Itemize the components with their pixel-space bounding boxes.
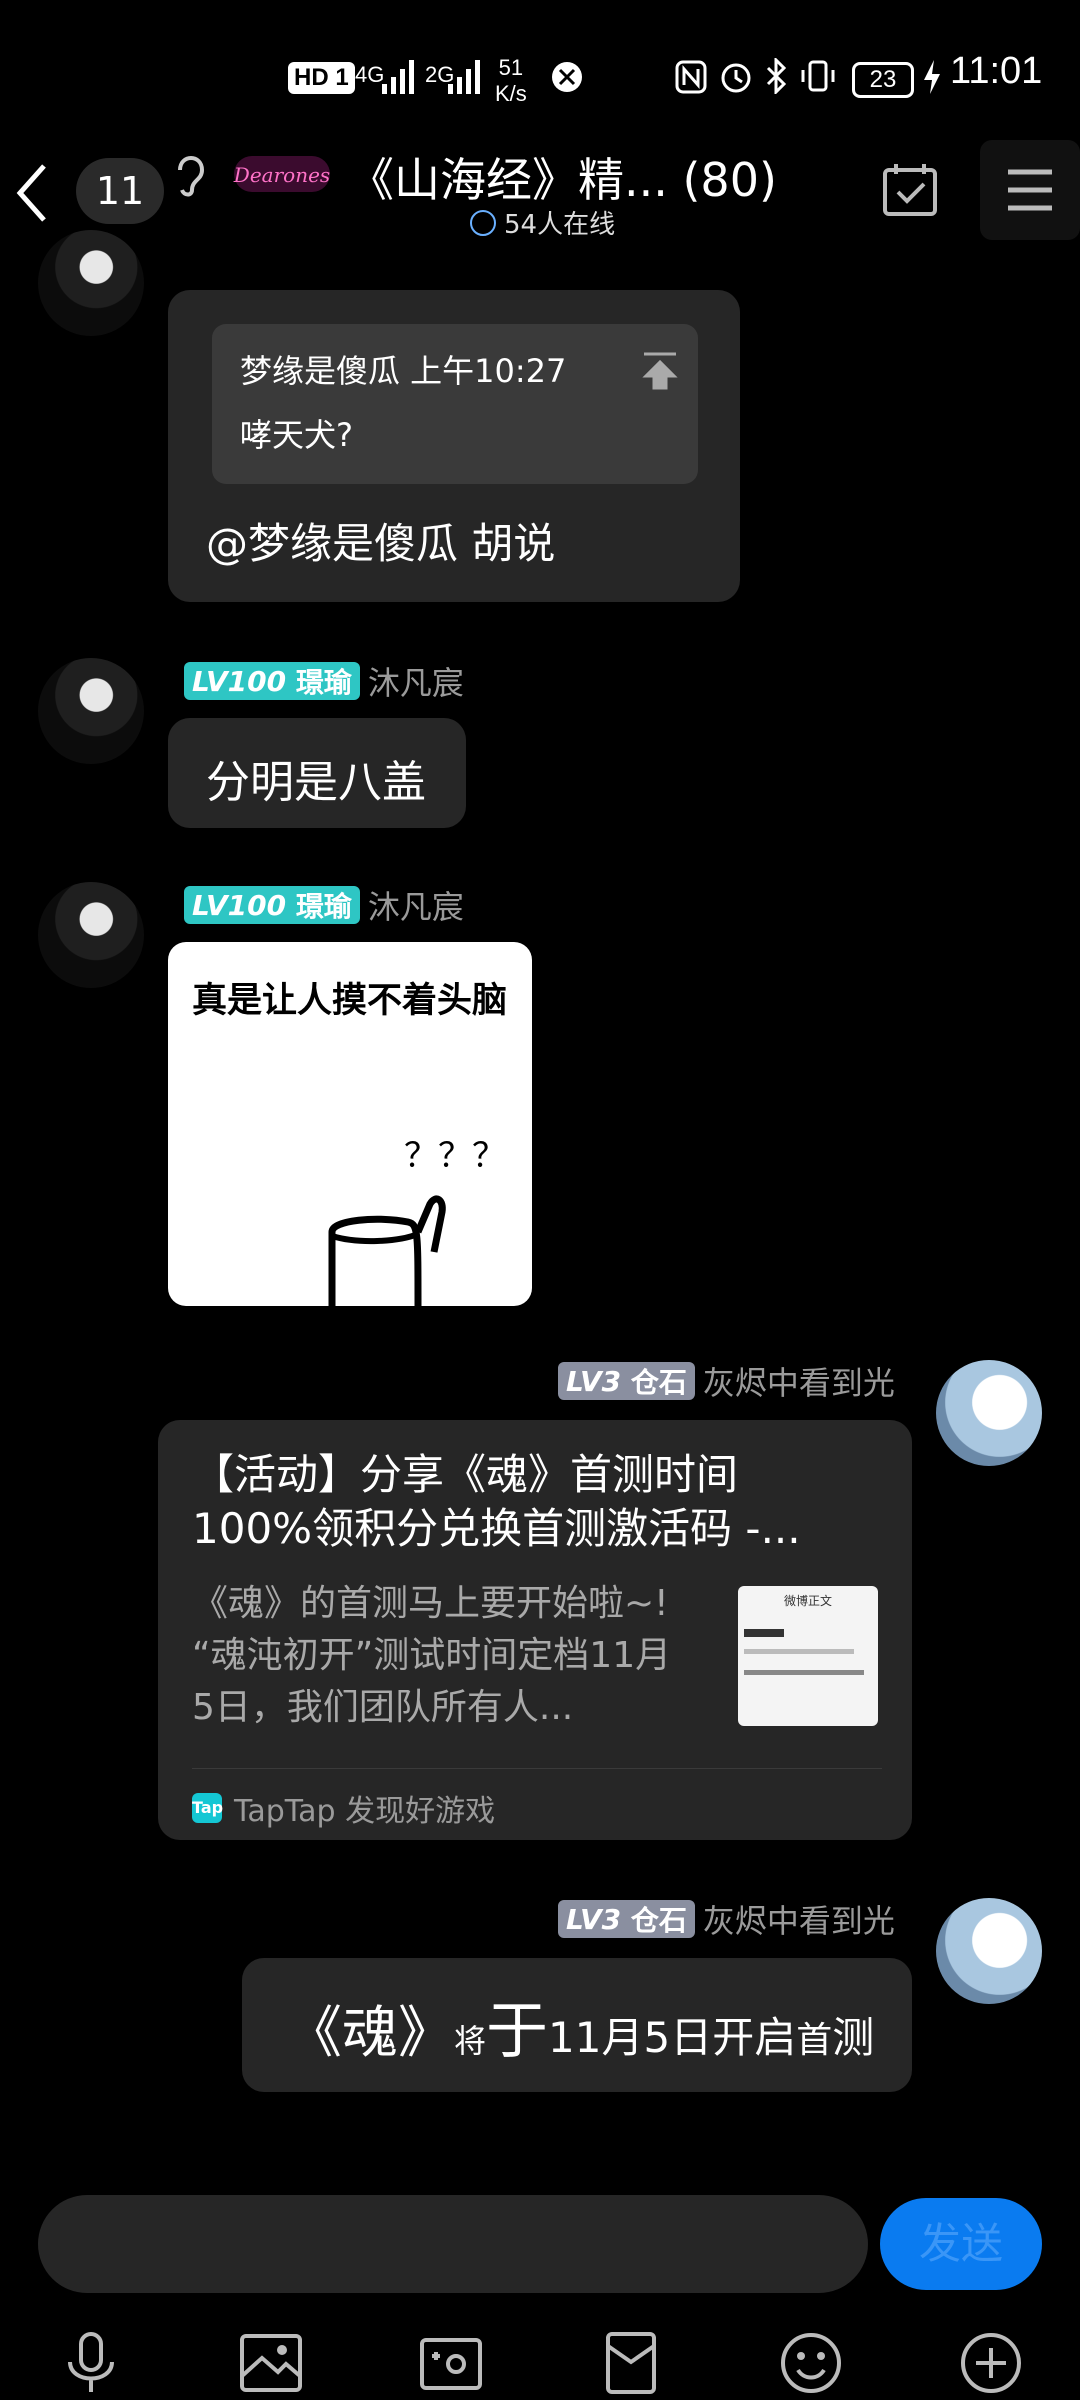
sender-name[interactable]: 沐凡宸 (368, 882, 464, 928)
message-bubble[interactable]: 梦缘是傻瓜 上午10:27 哮天犬? @梦缘是傻瓜 胡说 (168, 290, 740, 602)
card-title-line-2: 100%领积分兑换首测激活码 -... (192, 1504, 801, 1553)
message-text: @梦缘是傻瓜 胡说 (206, 519, 556, 568)
avatar[interactable] (38, 230, 144, 336)
alarm-icon (721, 63, 751, 93)
sticker-marks: ？？？ (404, 1136, 506, 1176)
message-input[interactable] (38, 2195, 868, 2293)
group-title[interactable]: 《山海经》精... (80) (348, 144, 777, 210)
message-text: 《魂》 将 于 11月5日开启 首 测 (286, 1994, 875, 2067)
sender-info: LV100 璟瑜 沐凡宸 (184, 658, 464, 704)
card-title-line-1: 【活动】分享《魂》首测时间 (192, 1450, 739, 1499)
svg-text:Dearones: Dearones (233, 163, 330, 187)
signal-icon (448, 60, 480, 94)
menu-icon (1008, 169, 1052, 211)
status-bar: HD 1 4G 2G 51 K/s 23 11:01 (0, 0, 1080, 150)
battery-indicator: 23 (852, 62, 914, 98)
card-divider (192, 1768, 882, 1769)
clock: 11:01 (950, 50, 1043, 92)
thumbnail-title: 微博正文 (783, 1594, 832, 1608)
card-desc-line-1: 《魂》的首测马上要开始啦~! (192, 1583, 669, 1624)
signal-icon (382, 60, 414, 94)
network-speed: 51 K/s (495, 55, 527, 106)
quoted-message[interactable]: 梦缘是傻瓜 上午10:27 哮天犬? (212, 324, 698, 484)
ear-icon[interactable] (172, 150, 208, 198)
hd-indicator: HD 1 (288, 62, 355, 94)
emoji-icon[interactable] (776, 2328, 846, 2398)
group-logo: Dearones (232, 150, 332, 198)
sender-info: LV3 仓石 灰烬中看到光 (558, 1358, 895, 1404)
nfc-icon (675, 60, 707, 94)
shutter-app-icon (552, 62, 582, 92)
red-packet-icon[interactable] (596, 2328, 666, 2398)
camera-icon[interactable] (416, 2328, 486, 2398)
microphone-icon[interactable] (56, 2328, 126, 2398)
card-thumbnail: 微博正文 (738, 1586, 878, 1726)
send-button[interactable]: 发送 (880, 2198, 1042, 2290)
taptap-logo-icon: Tap (192, 1793, 223, 1823)
quote-text: 哮天犬? (240, 416, 353, 454)
card-desc-line-2: “魂沌初开”测试时间定档11月 (192, 1635, 672, 1676)
sender-name[interactable]: 灰烬中看到光 (703, 1358, 895, 1404)
network-4g-indicator: 4G (355, 62, 385, 87)
avatar[interactable] (38, 882, 144, 988)
avatar[interactable] (38, 658, 144, 764)
avatar[interactable] (936, 1360, 1042, 1466)
sender-name[interactable]: 灰烬中看到光 (703, 1896, 895, 1942)
jump-to-top-icon[interactable] (640, 350, 680, 390)
level-badge: LV100 璟瑜 (184, 662, 360, 700)
chevron-down-icon (470, 209, 496, 236)
level-badge: LV3 仓石 (558, 1900, 695, 1938)
message-bubble[interactable]: 《魂》 将 于 11月5日开启 首 测 (242, 1958, 912, 2092)
back-icon[interactable] (12, 160, 52, 226)
card-source-text: TapTap 发现好游戏 (234, 1794, 496, 1829)
level-badge: LV3 仓石 (558, 1362, 695, 1400)
card-desc-line-3: 5日，我们团队所有人... (192, 1687, 574, 1728)
message-bubble[interactable]: 分明是八盖 (168, 718, 466, 828)
sticker-drawing (328, 1195, 446, 1306)
level-badge: LV100 璟瑜 (184, 886, 360, 924)
sender-info: LV100 璟瑜 沐凡宸 (184, 882, 464, 928)
menu-button[interactable] (980, 140, 1080, 240)
sticker-caption: 真是让人摸不着头脑 (192, 981, 508, 1021)
calendar-check-icon[interactable] (882, 162, 938, 218)
share-card[interactable]: 【活动】分享《魂》首测时间 100%领积分兑换首测激活码 -... 《魂》的首测… (158, 1420, 912, 1840)
charging-icon (924, 60, 940, 94)
message-text: 分明是八盖 (206, 757, 426, 808)
card-source: Tap TapTap 发现好游戏 (192, 1786, 495, 1830)
input-toolbar (0, 2300, 1080, 2400)
avatar[interactable] (936, 1898, 1042, 2004)
unread-count-badge[interactable]: 11 (76, 158, 164, 224)
sticker-image[interactable]: 真是让人摸不着头脑 ？？？ (168, 942, 532, 1306)
online-count[interactable]: 54人在线 (470, 204, 615, 241)
sender-info: LV3 仓石 灰烬中看到光 (558, 1896, 895, 1942)
bluetooth-icon (766, 58, 787, 94)
quote-header: 梦缘是傻瓜 上午10:27 (240, 352, 567, 390)
plus-icon[interactable] (956, 2328, 1026, 2398)
sender-name[interactable]: 沐凡宸 (368, 658, 464, 704)
vibrate-icon (801, 60, 835, 92)
image-icon[interactable] (236, 2328, 306, 2398)
